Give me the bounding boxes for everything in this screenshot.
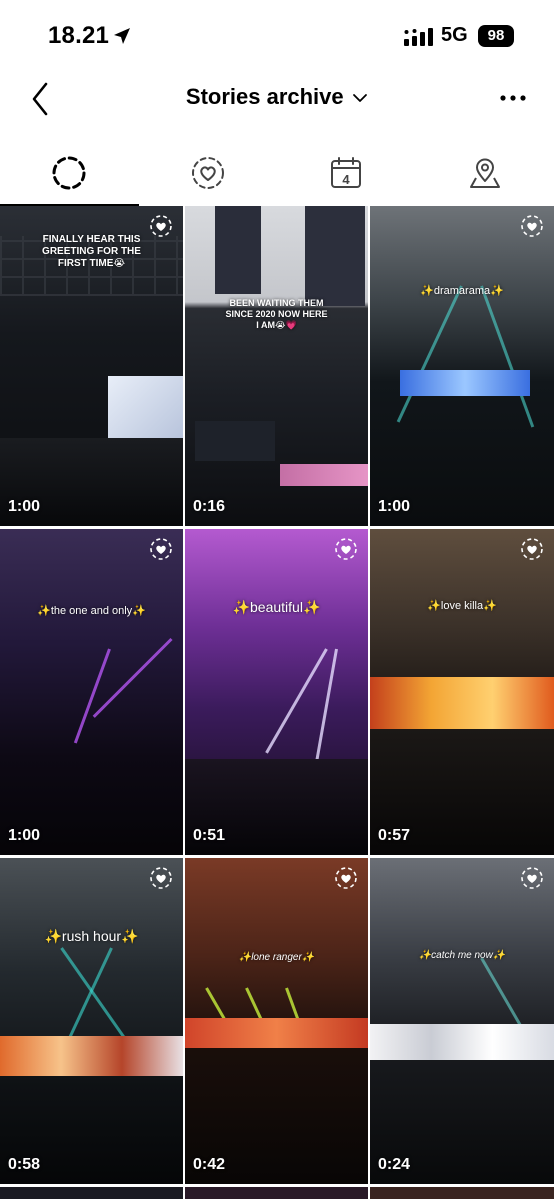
story-tile[interactable]: ✨love killa✨ 0:57 [370, 529, 554, 855]
title-dropdown[interactable]: Stories archive [0, 84, 554, 110]
story-caption: ✨catch me now✨ [418, 950, 506, 961]
story-tile[interactable] [370, 1187, 554, 1199]
story-duration: 1:00 [8, 827, 41, 844]
story-duration: 0:58 [8, 1156, 41, 1173]
heart-ring-icon [191, 157, 224, 189]
battery-indicator: 98 [478, 25, 514, 47]
heart-ring-icon[interactable] [149, 214, 173, 238]
archive-tabs: 4 [0, 140, 554, 206]
heart-ring-icon[interactable] [334, 866, 358, 890]
story-tile[interactable] [185, 1187, 368, 1199]
story-tile[interactable]: ✨the one and only✨ 1:00 [0, 529, 183, 855]
status-time: 18.21 [48, 22, 110, 49]
heart-ring-icon[interactable] [520, 537, 544, 561]
calendar-icon: 4 [331, 157, 362, 188]
cellular-signal-icon [404, 28, 433, 46]
story-caption: ✨dramarama✨ [420, 285, 504, 297]
network-type: 5G [441, 24, 468, 46]
story-duration: 0:24 [378, 1156, 411, 1173]
story-duration: 0:16 [193, 498, 226, 515]
calendar-day: 4 [343, 172, 351, 187]
story-duration: 1:00 [378, 498, 411, 515]
map-pin-icon [469, 158, 500, 188]
story-duration: 0:57 [378, 827, 411, 844]
stories-ring-icon [52, 156, 86, 190]
story-caption: FINALLY HEAR THIS GREETING FOR THE FIRST… [42, 234, 141, 269]
story-tile[interactable]: BEEN WAITING THEM SINCE 2020 NOW HERE I … [185, 206, 368, 526]
heart-ring-icon[interactable] [334, 537, 358, 561]
heart-ring-icon[interactable] [520, 214, 544, 238]
story-caption: ✨lone ranger✨ [238, 952, 315, 963]
chevron-down-icon [353, 93, 367, 102]
heart-ring-icon[interactable] [149, 537, 173, 561]
story-tile[interactable]: ✨beautiful✨ 0:51 [185, 529, 368, 855]
tab-map[interactable] [416, 140, 554, 206]
story-tile[interactable]: ✨rush hour✨ 0:58 [0, 858, 183, 1184]
story-tile[interactable]: ✨catch me now✨ 0:24 [370, 858, 554, 1184]
story-caption: ✨love killa✨ [427, 600, 497, 612]
tab-highlights[interactable] [139, 140, 278, 206]
story-duration: 1:00 [8, 498, 41, 515]
location-arrow-icon [114, 28, 130, 44]
story-caption: ✨the one and only✨ [37, 605, 146, 617]
heart-ring-icon[interactable] [520, 866, 544, 890]
story-tile[interactable]: FINALLY HEAR THIS GREETING FOR THE FIRST… [0, 206, 183, 526]
more-options-icon[interactable] [496, 86, 530, 110]
header: Stories archive [0, 72, 554, 132]
status-bar: 18.21 5G 98 [0, 0, 554, 72]
heart-ring-icon[interactable] [149, 866, 173, 890]
story-caption: ✨rush hour✨ [44, 928, 139, 944]
page-title: Stories archive [185, 84, 344, 109]
story-tile[interactable]: ✨dramarama✨ 1:00 [370, 206, 554, 526]
story-duration: 0:51 [193, 827, 226, 844]
story-caption: ✨beautiful✨ [232, 599, 321, 615]
story-tile[interactable]: ✨lone ranger✨ 0:42 [185, 858, 368, 1184]
story-duration: 0:42 [193, 1156, 226, 1173]
story-tile[interactable] [0, 1187, 183, 1199]
tab-stories[interactable] [0, 140, 139, 206]
story-caption: BEEN WAITING THEM SINCE 2020 NOW HERE I … [225, 298, 328, 330]
tab-calendar[interactable]: 4 [277, 140, 416, 206]
